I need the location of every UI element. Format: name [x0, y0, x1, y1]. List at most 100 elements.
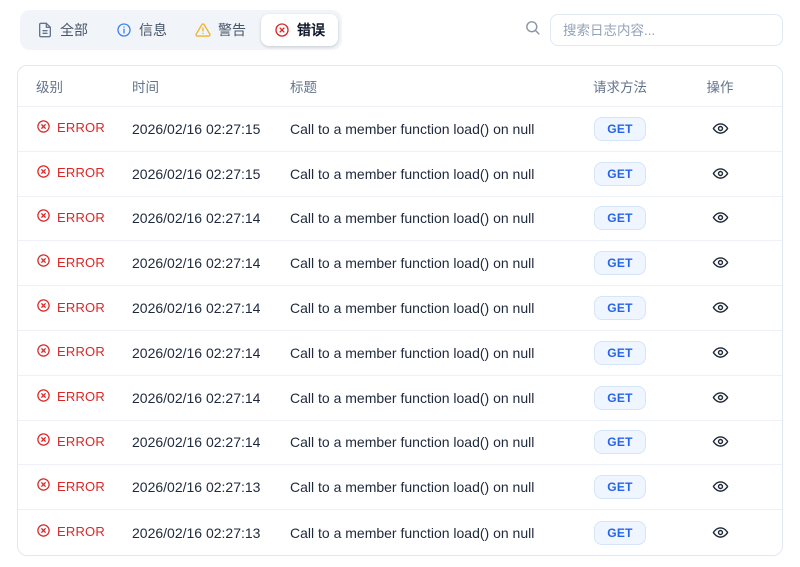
eye-icon: [712, 481, 729, 498]
eye-icon: [712, 257, 729, 274]
row-time: 2026/02/16 02:27:14: [132, 389, 261, 406]
view-log-button[interactable]: [708, 205, 733, 230]
error-circle-icon: [36, 477, 51, 495]
row-time: 2026/02/16 02:27:14: [132, 210, 261, 227]
error-circle-icon: [36, 523, 51, 541]
view-log-button[interactable]: [708, 474, 733, 499]
method-badge: GET: [594, 430, 646, 455]
method-badge: GET: [594, 385, 646, 410]
level-text: ERROR: [57, 478, 105, 494]
row-time: 2026/02/16 02:27:13: [132, 479, 261, 496]
view-log-button[interactable]: [708, 295, 733, 320]
row-title: Call to a member function load() on null: [290, 120, 535, 137]
tab-all[interactable]: 全部: [24, 14, 101, 46]
table-row: ERROR 2026/02/16 02:27:14 Call to a memb…: [18, 197, 782, 242]
method-badge: GET: [594, 116, 646, 141]
level-text: ERROR: [57, 389, 105, 405]
error-circle-icon: [36, 298, 51, 316]
row-title: Call to a member function load() on null: [290, 165, 535, 182]
level-badge: ERROR: [36, 298, 105, 316]
table-row: ERROR 2026/02/16 02:27:13 Call to a memb…: [18, 510, 782, 555]
view-log-button[interactable]: [708, 385, 733, 410]
level-text: ERROR: [57, 433, 105, 449]
level-badge: ERROR: [36, 343, 105, 361]
view-log-button[interactable]: [708, 340, 733, 365]
method-badge: GET: [594, 206, 646, 231]
error-circle-icon: [36, 343, 51, 361]
table-row: ERROR 2026/02/16 02:27:14 Call to a memb…: [18, 241, 782, 287]
level-badge: ERROR: [36, 119, 105, 137]
error-circle-icon: [36, 164, 51, 182]
tab-info[interactable]: 信息: [103, 14, 180, 46]
search-input[interactable]: [550, 14, 783, 46]
row-time: 2026/02/16 02:27:15: [132, 165, 261, 182]
tab-warning-label: 警告: [218, 22, 246, 38]
method-badge: GET: [594, 251, 646, 276]
header-time: 时间: [132, 80, 159, 95]
method-badge: GET: [594, 161, 646, 186]
eye-icon: [712, 526, 729, 544]
level-badge: ERROR: [36, 388, 105, 406]
table-header-row: 级别 时间 标题 请求方法 操作: [18, 66, 782, 107]
row-time: 2026/02/16 02:27:14: [132, 300, 261, 317]
header-action: 操作: [706, 80, 734, 95]
error-circle-icon: [36, 119, 51, 137]
view-log-button[interactable]: [708, 116, 733, 141]
tab-warning[interactable]: 警告: [182, 14, 259, 46]
eye-icon: [712, 436, 729, 453]
level-text: ERROR: [57, 254, 105, 270]
table-row: ERROR 2026/02/16 02:27:13 Call to a memb…: [18, 465, 782, 511]
level-badge: ERROR: [36, 523, 105, 541]
method-badge: GET: [594, 475, 646, 500]
level-text: ERROR: [57, 299, 105, 315]
row-title: Call to a member function load() on null: [290, 255, 535, 272]
row-time: 2026/02/16 02:27:15: [132, 120, 261, 137]
error-icon: [274, 22, 290, 38]
header-level: 级别: [36, 80, 63, 95]
tab-all-label: 全部: [60, 22, 88, 38]
level-badge: ERROR: [36, 432, 105, 450]
view-log-button[interactable]: [708, 429, 733, 454]
row-title: Call to a member function load() on null: [290, 524, 535, 541]
row-time: 2026/02/16 02:27:14: [132, 255, 261, 272]
row-title: Call to a member function load() on null: [290, 344, 535, 361]
eye-icon: [712, 123, 729, 140]
error-circle-icon: [36, 432, 51, 450]
method-badge: GET: [594, 296, 646, 321]
tab-error[interactable]: 错误: [261, 14, 338, 46]
table-row: ERROR 2026/02/16 02:27:14 Call to a memb…: [18, 286, 782, 331]
eye-icon: [712, 302, 729, 319]
table-body: ERROR 2026/02/16 02:27:15 Call to a memb…: [18, 107, 782, 555]
search-icon: [524, 19, 541, 41]
level-badge: ERROR: [36, 253, 105, 271]
table-row: ERROR 2026/02/16 02:27:15 Call to a memb…: [18, 107, 782, 152]
row-title: Call to a member function load() on null: [290, 434, 535, 451]
table-row: ERROR 2026/02/16 02:27:15 Call to a memb…: [18, 152, 782, 197]
level-text: ERROR: [57, 209, 105, 225]
table-row: ERROR 2026/02/16 02:27:14 Call to a memb…: [18, 376, 782, 421]
toolbar: 全部 信息 警告 错误 搜索日志内容...: [20, 10, 783, 50]
error-circle-icon: [36, 388, 51, 406]
error-circle-icon: [36, 253, 51, 271]
view-log-button[interactable]: [708, 161, 733, 186]
eye-icon: [712, 391, 729, 409]
level-text: ERROR: [57, 344, 105, 360]
error-circle-icon: [36, 208, 51, 226]
table-row: ERROR 2026/02/16 02:27:14 Call to a memb…: [18, 421, 782, 466]
eye-icon: [712, 167, 729, 185]
warning-icon: [195, 22, 211, 38]
row-title: Call to a member function load() on null: [290, 210, 535, 227]
eye-icon: [712, 212, 729, 229]
level-badge: ERROR: [36, 477, 105, 495]
log-table-card: 级别 时间 标题 请求方法 操作 ERROR 2026/02/16 02:27:…: [17, 65, 783, 556]
row-time: 2026/02/16 02:27:13: [132, 524, 261, 541]
view-log-button[interactable]: [708, 520, 733, 545]
header-title: 标题: [290, 80, 317, 95]
row-time: 2026/02/16 02:27:14: [132, 344, 261, 361]
search-area: [524, 14, 783, 46]
row-time: 2026/02/16 02:27:14: [132, 434, 261, 451]
log-filter-tab-group: 全部 信息 警告 错误: [20, 10, 342, 50]
tab-info-label: 信息: [139, 22, 167, 38]
level-badge: ERROR: [36, 164, 105, 182]
view-log-button[interactable]: [708, 250, 733, 275]
